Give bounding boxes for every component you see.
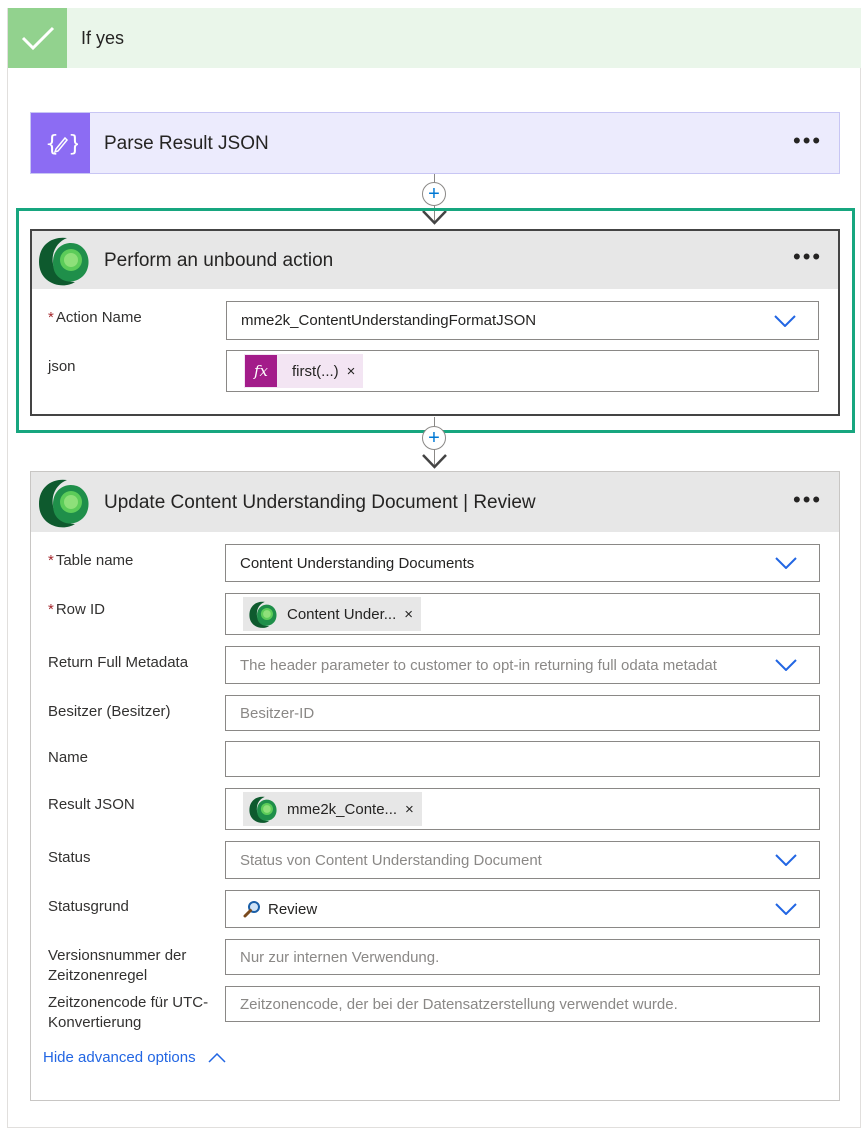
- dataverse-icon: [31, 232, 93, 288]
- field-label-name: Name: [48, 749, 89, 766]
- expression-token-label: first(...): [292, 362, 339, 380]
- field-label-statusgrund: Statusgrund: [48, 898, 129, 915]
- table-name-value: Content Understanding Documents: [240, 554, 475, 572]
- check-icon: [8, 8, 67, 68]
- besitzer-placeholder: Besitzer-ID: [240, 704, 315, 722]
- zeitzonencode-placeholder: Zeitzonencode, der bei der Datensatzerst…: [240, 995, 678, 1013]
- chevron-down-icon[interactable]: [774, 315, 796, 327]
- status-placeholder: Status von Content Understanding Documen…: [240, 851, 542, 869]
- dynamic-content-token[interactable]: mme2k_Conte... ×: [243, 792, 422, 826]
- field-label-table-name: * Table name: [48, 552, 134, 569]
- more-options-button[interactable]: •••: [793, 489, 822, 511]
- chevron-down-icon[interactable]: [775, 903, 797, 915]
- svg-text:}: }: [68, 132, 78, 157]
- dynamic-token-label: mme2k_Conte...: [287, 800, 398, 818]
- field-label-status: Status: [48, 849, 91, 866]
- field-label-json: json: [48, 358, 76, 375]
- name-input[interactable]: [225, 741, 820, 777]
- zeitzonencode-input[interactable]: Zeitzonencode, der bei der Datensatzerst…: [225, 986, 820, 1022]
- update-row-title: Update Content Understanding Document | …: [104, 492, 536, 513]
- field-label-besitzer: Besitzer (Besitzer): [48, 703, 171, 720]
- arrow-down-icon: [422, 454, 447, 469]
- status-dropdown[interactable]: Status von Content Understanding Documen…: [225, 841, 820, 879]
- dynamic-content-token[interactable]: Content Under... ×: [243, 597, 421, 631]
- parse-json-title: Parse Result JSON: [104, 133, 269, 154]
- dataverse-icon: [245, 793, 279, 825]
- dataverse-icon: [31, 474, 93, 530]
- row-id-input[interactable]: Content Under... ×: [225, 593, 820, 635]
- chevron-down-icon[interactable]: [775, 557, 797, 569]
- field-label-row-id: * Row ID: [48, 601, 106, 618]
- hide-advanced-options-label: Hide advanced options: [43, 1049, 196, 1066]
- field-label-versionsnummer: Versionsnummer der Zeitzonenregel: [48, 947, 187, 984]
- json-input[interactable]: fx first(...) ×: [226, 350, 819, 392]
- statusgrund-value: Review: [268, 900, 318, 918]
- magnifier-icon: [243, 901, 260, 918]
- hide-advanced-options-link[interactable]: Hide advanced options: [43, 1049, 226, 1066]
- close-icon[interactable]: ×: [405, 801, 422, 818]
- more-options-button[interactable]: •••: [793, 130, 822, 152]
- chevron-down-icon[interactable]: [775, 854, 797, 866]
- field-label-action-name: * Action Name: [48, 309, 142, 326]
- if-yes-title: If yes: [81, 28, 125, 48]
- chevron-up-icon: [208, 1052, 226, 1063]
- return-full-metadata-dropdown[interactable]: The header parameter to customer to opt-…: [225, 646, 820, 684]
- dynamic-token-label: Content Under...: [287, 605, 397, 623]
- fx-icon: fx: [245, 355, 277, 387]
- close-icon[interactable]: ×: [347, 363, 364, 380]
- chevron-down-icon[interactable]: [775, 659, 797, 671]
- if-yes-header[interactable]: [8, 8, 861, 68]
- field-label-result-json: Result JSON: [48, 796, 135, 813]
- close-icon[interactable]: ×: [404, 606, 421, 623]
- svg-text:{: {: [45, 132, 59, 157]
- action-name-value: mme2k_ContentUnderstandingFormatJSON: [241, 312, 537, 329]
- return-full-metadata-placeholder: The header parameter to customer to opt-…: [240, 656, 717, 674]
- result-json-input[interactable]: mme2k_Conte... ×: [225, 788, 820, 830]
- field-label-zeitzonencode: Zeitzonencode für UTC- Konvertierung: [48, 994, 209, 1031]
- action-name-dropdown[interactable]: mme2k_ContentUnderstandingFormatJSON: [226, 301, 819, 340]
- statusgrund-dropdown[interactable]: Review: [225, 890, 820, 928]
- table-name-dropdown[interactable]: Content Understanding Documents: [225, 544, 820, 582]
- plus-icon[interactable]: +: [422, 426, 446, 450]
- parse-json-icon: { }: [31, 113, 90, 173]
- plus-icon[interactable]: +: [422, 182, 446, 206]
- versionsnummer-input[interactable]: Nur zur internen Verwendung.: [225, 939, 820, 975]
- besitzer-input[interactable]: Besitzer-ID: [225, 695, 820, 731]
- field-label-return-full-metadata: Return Full Metadata: [48, 654, 189, 671]
- versionsnummer-placeholder: Nur zur internen Verwendung.: [240, 948, 440, 966]
- expression-token[interactable]: fx first(...) ×: [244, 354, 364, 388]
- dataverse-icon: [245, 598, 279, 630]
- more-options-button[interactable]: •••: [793, 246, 822, 268]
- unbound-action-title: Perform an unbound action: [104, 250, 334, 271]
